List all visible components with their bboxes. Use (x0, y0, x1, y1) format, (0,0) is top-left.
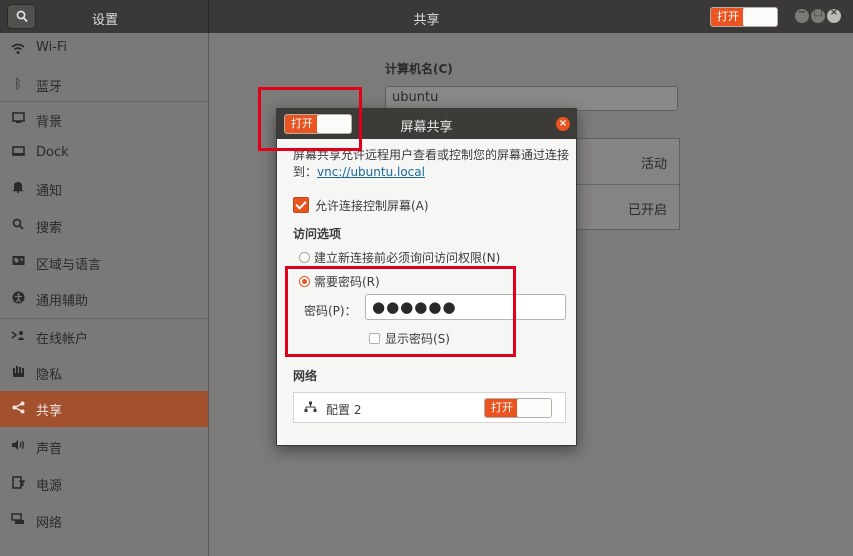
network-toggle[interactable]: 打开 (484, 398, 552, 418)
dialog-close-button[interactable]: × (556, 117, 570, 131)
sidebar-item-network[interactable]: 网络 (0, 503, 208, 539)
search-icon (16, 10, 28, 23)
sidebar-item-label: 搜索 (36, 221, 63, 236)
maximize-button[interactable]: □ (811, 7, 825, 23)
dock-icon (10, 146, 26, 162)
service-status: 活动 (640, 157, 667, 172)
radio-label: 建立新连接前必须询问访问权限(N) (314, 251, 501, 265)
sidebar-item-label: 在线帐户 (36, 332, 89, 347)
window-controls: − □ × (795, 7, 843, 24)
toggle-on-label: 打开 (711, 8, 745, 26)
radio-unselected-icon (299, 252, 310, 263)
sidebar-item-label: Dock (36, 145, 69, 160)
close-icon: × (829, 7, 839, 18)
sidebar-item-label: 声音 (36, 442, 63, 457)
header-left: 设置 (0, 0, 209, 33)
sidebar-item-label: 网络 (36, 516, 63, 531)
sidebar-item-privacy[interactable]: 隐私 (0, 355, 208, 391)
computer-name-label: 计算机名(C) (385, 62, 453, 76)
search-icon (10, 218, 26, 234)
sidebar-item-label: 隐私 (36, 368, 63, 383)
allow-control-label: 允许连接控制屏幕(A) (315, 199, 429, 213)
sidebar-item-label: 通用辅助 (36, 294, 89, 309)
checkbox-unchecked-icon (369, 333, 380, 344)
bell-icon (10, 181, 26, 197)
hand-icon (10, 365, 26, 381)
minimize-icon: − (797, 7, 807, 18)
dialog-header: 打开 屏幕共享 × (277, 109, 576, 139)
toggle-knob (517, 399, 551, 417)
search-button[interactable] (7, 4, 36, 29)
password-field[interactable]: ●●●●●● (365, 294, 566, 320)
sidebar-item-sharing[interactable]: 共享 (0, 391, 208, 427)
screen-sharing-dialog: 打开 屏幕共享 × 屏幕共享允许远程用户查看或控制您的屏幕通过连接到：vnc:/… (276, 108, 577, 446)
show-password-checkbox[interactable]: 显示密码(S) (369, 330, 450, 347)
sidebar-item-power[interactable]: 电源 (0, 466, 208, 502)
sidebar-item-bluetooth[interactable]: ᛒ 蓝牙 (0, 65, 208, 101)
checkbox-checked-icon (293, 197, 309, 213)
dialog-description: 屏幕共享允许远程用户查看或控制您的屏幕通过连接到：vnc://ubuntu.lo… (293, 147, 571, 181)
sidebar-item-label: 背景 (36, 115, 63, 130)
radio-selected-icon (299, 276, 310, 287)
sidebar-item-label: 区域与语言 (36, 258, 102, 273)
maximize-icon: □ (813, 7, 823, 18)
region-icon (10, 255, 26, 271)
share-icon (10, 401, 26, 417)
network-row: 配置 2 打开 (293, 392, 566, 423)
radio-label: 需要密码(R) (314, 275, 380, 289)
accessibility-icon (10, 291, 26, 307)
minimize-button[interactable]: − (795, 7, 809, 23)
sharing-master-toggle[interactable]: 打开 (710, 7, 778, 27)
vnc-link[interactable]: vnc://ubuntu.local (317, 165, 425, 179)
sidebar-item-accessibility[interactable]: 通用辅助 (0, 281, 208, 317)
close-button[interactable]: × (827, 7, 841, 23)
sidebar-item-label: 电源 (36, 479, 63, 494)
wired-network-icon (304, 401, 317, 417)
access-options-label: 访问选项 (293, 227, 342, 241)
sidebar-item-background[interactable]: 背景 (0, 102, 208, 138)
wifi-icon (10, 43, 26, 59)
sidebar: Wi-Fi ᛒ 蓝牙 背景 Dock 通知 搜索 区域与语言 通用辅助 在线帐户… (0, 33, 209, 556)
power-icon (10, 476, 26, 492)
radio-new-connection[interactable]: 建立新连接前必须询问访问权限(N) (299, 249, 500, 266)
sidebar-item-search[interactable]: 搜索 (0, 208, 208, 244)
sidebar-item-sound[interactable]: 声音 (0, 429, 208, 465)
sidebar-item-label: 通知 (36, 184, 63, 199)
sidebar-item-region[interactable]: 区域与语言 (0, 245, 208, 281)
toggle-knob (743, 8, 777, 26)
dialog-title: 屏幕共享 (400, 120, 453, 135)
sidebar-item-dock[interactable]: Dock (0, 136, 208, 172)
sidebar-item-label: Wi-Fi (36, 40, 68, 55)
network-label: 网络 (293, 369, 318, 383)
app-title: 设置 (92, 13, 119, 28)
network-config-name: 配置 2 (326, 403, 362, 417)
sidebar-item-wifi[interactable]: Wi-Fi (0, 33, 208, 69)
radio-require-password[interactable]: 需要密码(R) (299, 273, 380, 290)
password-label: 密码(P)： (304, 304, 357, 318)
speaker-icon (10, 439, 26, 455)
background-icon (10, 112, 26, 128)
sidebar-item-label: 共享 (36, 404, 63, 419)
sidebar-item-label: 蓝牙 (36, 80, 63, 95)
online-accounts-icon (10, 329, 26, 345)
header-bar: 设置 共享 打开 − □ × (0, 0, 853, 33)
service-status: 已开启 (627, 203, 667, 218)
show-password-label: 显示密码(S) (385, 332, 450, 346)
network-icon (10, 513, 26, 529)
bluetooth-icon: ᛒ (14, 77, 22, 92)
sidebar-item-notifications[interactable]: 通知 (0, 171, 208, 207)
sidebar-item-online-accounts[interactable]: 在线帐户 (0, 319, 208, 355)
toggle-on-label: 打开 (485, 399, 519, 417)
allow-control-checkbox[interactable]: 允许连接控制屏幕(A) (293, 197, 429, 214)
